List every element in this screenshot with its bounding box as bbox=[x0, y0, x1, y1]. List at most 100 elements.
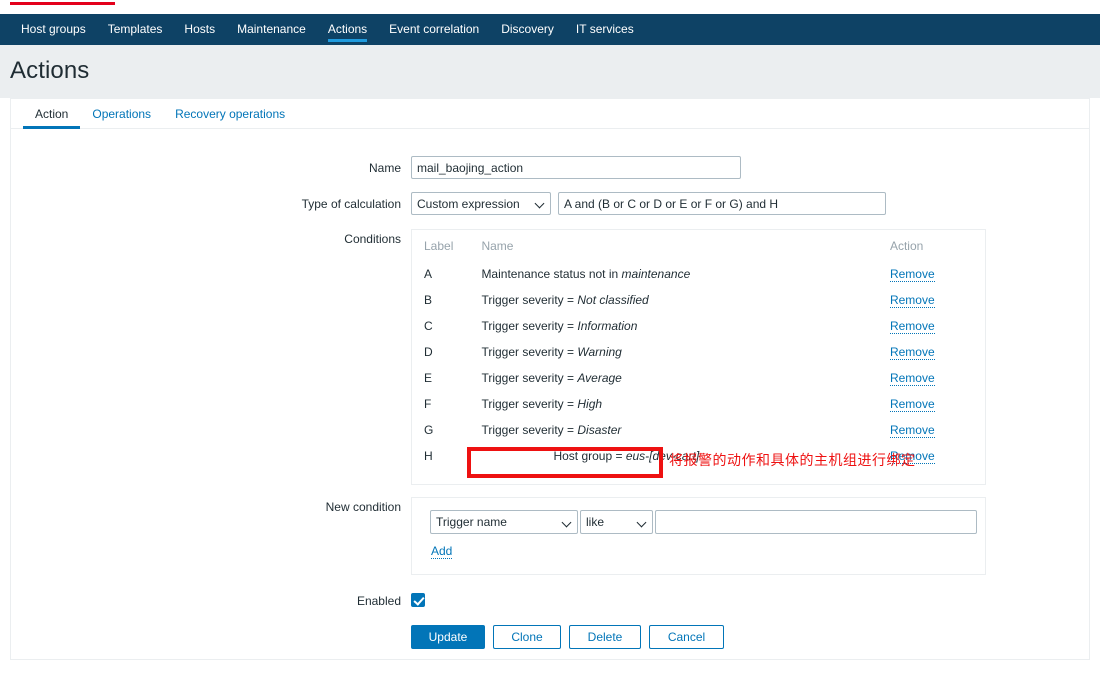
condition-name-value: Not classified bbox=[577, 293, 649, 307]
new-condition-operator-value: like bbox=[586, 515, 605, 529]
table-row: B Trigger severity = Not classified Remo… bbox=[412, 287, 987, 313]
condition-name-prefix: Trigger severity = bbox=[481, 397, 578, 411]
condition-name-f: Trigger severity = High bbox=[481, 391, 890, 417]
condition-action-b: Remove bbox=[889, 287, 987, 313]
condition-name-e: Trigger severity = Average bbox=[481, 365, 890, 391]
chevron-down-icon bbox=[536, 199, 545, 208]
remove-link[interactable]: Remove bbox=[889, 423, 935, 438]
condition-action-f: Remove bbox=[889, 391, 987, 417]
main-navigation-bar: Host groups Templates Hosts Maintenance … bbox=[0, 14, 1100, 45]
tab-recovery-operations[interactable]: Recovery operations bbox=[163, 107, 297, 128]
remove-link[interactable]: Remove bbox=[889, 345, 935, 360]
new-condition-label: New condition bbox=[325, 500, 401, 514]
condition-action-e: Remove bbox=[889, 365, 987, 391]
new-condition-type-value: Trigger name bbox=[436, 515, 507, 529]
table-row: A Maintenance status not in maintenance … bbox=[412, 261, 987, 287]
chinese-annotation-note: 将报警的动作和具体的主机组进行绑定 bbox=[669, 453, 916, 469]
condition-name-value: maintenance bbox=[621, 267, 691, 281]
condition-label-f: F bbox=[424, 397, 432, 411]
cancel-button[interactable]: Cancel bbox=[649, 625, 724, 649]
condition-name-b: Trigger severity = Not classified bbox=[481, 287, 890, 313]
remove-link[interactable]: Remove bbox=[889, 397, 935, 412]
table-row: E Trigger severity = Average Remove bbox=[412, 365, 987, 391]
nav-item-templates[interactable]: Templates bbox=[97, 14, 174, 45]
condition-label-b: B bbox=[424, 293, 433, 307]
enabled-checkbox[interactable] bbox=[411, 593, 425, 607]
enabled-label: Enabled bbox=[356, 594, 401, 608]
condition-label-d: D bbox=[424, 345, 433, 359]
tab-action[interactable]: Action bbox=[23, 107, 81, 129]
condition-name-prefix: Trigger severity = bbox=[481, 423, 578, 437]
remove-link[interactable]: Remove bbox=[889, 293, 935, 308]
condition-name-d: Trigger severity = Warning bbox=[481, 339, 890, 365]
condition-label-g: G bbox=[424, 423, 434, 437]
clone-button[interactable]: Clone bbox=[493, 625, 561, 649]
condition-name-value: Warning bbox=[577, 345, 622, 359]
conditions-table-header-row: Label Name Action bbox=[412, 230, 987, 261]
condition-name-prefix: Trigger severity = bbox=[481, 319, 578, 333]
update-button[interactable]: Update bbox=[411, 625, 485, 649]
condition-name-prefix: Maintenance status not in bbox=[481, 267, 622, 281]
nav-item-event-correlation[interactable]: Event correlation bbox=[378, 14, 490, 45]
calculation-type-select[interactable]: Custom expression bbox=[411, 192, 551, 215]
table-row: F Trigger severity = High Remove bbox=[412, 391, 987, 417]
condition-action-d: Remove bbox=[889, 339, 987, 365]
conditions-panel: Label Name Action A Maintenance status n… bbox=[411, 229, 986, 485]
column-header-action: Action bbox=[889, 239, 924, 253]
conditions-table-body: A Maintenance status not in maintenance … bbox=[412, 261, 987, 469]
table-row: D Trigger severity = Warning Remove bbox=[412, 339, 987, 365]
condition-name-prefix: Trigger severity = bbox=[481, 371, 578, 385]
nav-item-discovery[interactable]: Discovery bbox=[490, 14, 565, 45]
column-header-name: Name bbox=[481, 239, 514, 253]
condition-name-prefix: Trigger severity = bbox=[481, 345, 578, 359]
tab-strip: Action Operations Recovery operations bbox=[11, 99, 1089, 129]
table-row: G Trigger severity = Disaster Remove bbox=[412, 417, 987, 443]
name-label: Name bbox=[368, 161, 401, 175]
condition-label-a: A bbox=[424, 267, 433, 281]
content-card: Action Operations Recovery operations Na… bbox=[10, 98, 1090, 660]
new-condition-value-input[interactable] bbox=[655, 510, 977, 534]
nav-item-hosts[interactable]: Hosts bbox=[173, 14, 226, 45]
condition-name-a: Maintenance status not in maintenance bbox=[481, 261, 890, 287]
nav-item-host-groups[interactable]: Host groups bbox=[10, 14, 97, 45]
remove-link[interactable]: Remove bbox=[889, 319, 935, 334]
new-condition-operator-select[interactable]: like bbox=[580, 510, 653, 534]
condition-name-prefix: Trigger severity = bbox=[481, 293, 578, 307]
chevron-down-icon bbox=[563, 518, 572, 527]
condition-name-value: Information bbox=[577, 319, 638, 333]
condition-name-g: Trigger severity = Disaster bbox=[481, 417, 890, 443]
condition-label-e: E bbox=[424, 371, 433, 385]
add-condition-link[interactable]: Add bbox=[431, 544, 453, 559]
page-title: Actions bbox=[10, 57, 90, 84]
delete-button[interactable]: Delete bbox=[569, 625, 641, 649]
column-header-label: Label bbox=[424, 239, 454, 253]
nav-item-maintenance[interactable]: Maintenance bbox=[226, 14, 317, 45]
top-red-marker-line bbox=[10, 2, 115, 5]
type-of-calculation-label: Type of calculation bbox=[301, 197, 401, 211]
remove-link[interactable]: Remove bbox=[889, 267, 935, 282]
condition-name-prefix: Host group = bbox=[553, 449, 626, 463]
condition-name-value: Disaster bbox=[577, 423, 622, 437]
tab-operations[interactable]: Operations bbox=[80, 107, 163, 128]
name-input[interactable] bbox=[411, 156, 741, 179]
conditions-label: Conditions bbox=[344, 232, 401, 246]
table-row: C Trigger severity = Information Remove bbox=[412, 313, 987, 339]
condition-label-h: H bbox=[424, 449, 433, 463]
condition-action-g: Remove bbox=[889, 417, 987, 443]
new-condition-panel: Trigger name like Add bbox=[411, 497, 986, 575]
calculation-expression-input[interactable] bbox=[558, 192, 886, 215]
condition-action-c: Remove bbox=[889, 313, 987, 339]
page-header: Actions bbox=[0, 45, 1100, 98]
calculation-type-select-value: Custom expression bbox=[417, 196, 520, 211]
chevron-down-icon bbox=[638, 518, 647, 527]
conditions-table: Label Name Action A Maintenance status n… bbox=[412, 230, 987, 469]
condition-action-a: Remove bbox=[889, 261, 987, 287]
condition-label-c: C bbox=[424, 319, 433, 333]
nav-item-it-services[interactable]: IT services bbox=[565, 14, 645, 45]
remove-link[interactable]: Remove bbox=[889, 371, 935, 386]
condition-name-c: Trigger severity = Information bbox=[481, 313, 890, 339]
new-condition-type-select[interactable]: Trigger name bbox=[430, 510, 578, 534]
nav-item-actions[interactable]: Actions bbox=[317, 14, 378, 45]
nav-item-list: Host groups Templates Hosts Maintenance … bbox=[0, 14, 1100, 45]
condition-name-value: High bbox=[577, 397, 603, 411]
